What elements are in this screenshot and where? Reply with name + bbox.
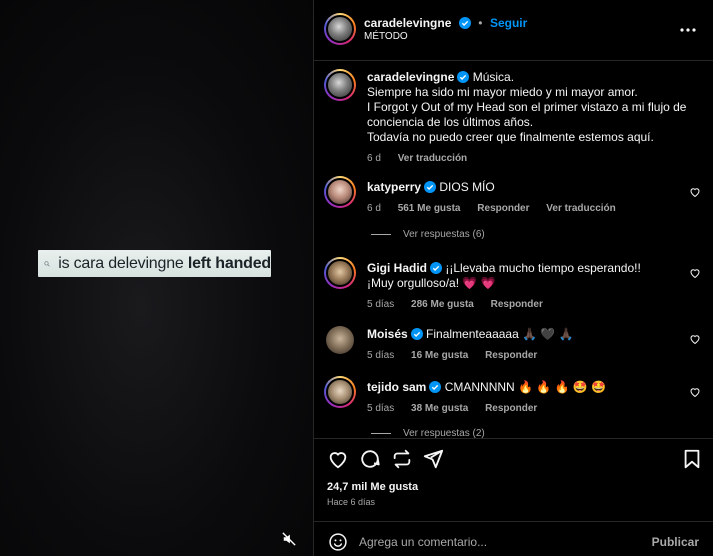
avatar[interactable] [324, 176, 356, 208]
verified-badge-icon [458, 17, 471, 29]
comment-time[interactable]: 5 días [367, 403, 394, 414]
comment-time[interactable]: 5 días [367, 299, 394, 310]
verified-badge-icon [457, 71, 470, 83]
comment-text: DIOS MÍO [439, 180, 495, 194]
translate-link[interactable]: Ver traducción [546, 203, 615, 214]
heart-icon[interactable] [689, 386, 701, 398]
comment-likes[interactable]: 38 Me gusta [411, 403, 468, 414]
comment-time[interactable]: 6 d [367, 203, 381, 214]
reply-button[interactable]: Responder [485, 403, 537, 414]
post-timestamp: Hace 6 días [327, 497, 376, 507]
comment-username[interactable]: tejido sam [367, 380, 426, 394]
avatar[interactable] [324, 257, 356, 289]
comment-likes[interactable]: 286 Me gusta [411, 299, 474, 310]
repost-icon[interactable] [391, 448, 413, 470]
post-author-username[interactable]: caradelevingne [364, 16, 451, 30]
comment-text: CMANNNNN 🔥 🔥 🔥 🤩 🤩 [444, 380, 607, 394]
comment-composer: Agrega un comentario... Publicar [314, 521, 713, 556]
avatar[interactable] [326, 326, 354, 354]
caption-line: I Forgot y Out of my Head son el primer … [367, 100, 687, 129]
translate-link[interactable]: Ver traducción [398, 153, 467, 164]
heart-icon[interactable] [689, 333, 701, 345]
reply-button[interactable]: Responder [485, 350, 537, 361]
publish-button[interactable]: Publicar [652, 535, 699, 549]
magnifier-icon [44, 260, 50, 267]
speaker-muted-icon[interactable] [276, 526, 302, 552]
reply-button[interactable]: Responder [477, 203, 529, 214]
comment-text: Finalmenteaaaaa 🙏🏿 🖤 🙏🏿 [426, 327, 574, 341]
avatar[interactable] [324, 376, 356, 408]
caption-line: Siempre ha sido mi mayor miedo y mi mayo… [367, 85, 638, 99]
verified-badge-icon [429, 381, 442, 393]
like-heart-icon[interactable] [327, 448, 349, 470]
caption-line: Todavía no puedo creer que finalmente es… [367, 130, 654, 144]
caption-username[interactable]: caradelevingne [367, 70, 454, 84]
verified-badge-icon [424, 181, 437, 193]
comment-likes[interactable]: 561 Me gusta [398, 203, 461, 214]
emoji-icon[interactable] [328, 532, 348, 552]
share-send-icon[interactable] [422, 448, 444, 470]
search-bar-image: is cara delevingne left handed [38, 250, 271, 277]
caption-time[interactable]: 6 d [367, 153, 381, 164]
comment-username[interactable]: Gigi Hadid [367, 261, 427, 275]
likes-count[interactable]: 24,7 mil Me gusta [327, 481, 418, 493]
avatar[interactable] [324, 13, 356, 45]
comment-username[interactable]: katyperry [367, 180, 421, 194]
view-replies-button[interactable]: Ver respuestas (6) [371, 229, 485, 240]
post-header: caradelevingne • Seguir MÉTODO [314, 0, 713, 61]
view-replies-button[interactable]: Ver respuestas (2) [371, 428, 485, 438]
verified-badge-icon [410, 328, 423, 340]
comment-time[interactable]: 5 días [367, 350, 394, 361]
comments-list[interactable]: caradelevingne Música. Siempre ha sido m… [314, 61, 713, 438]
heart-icon[interactable] [689, 186, 701, 198]
post-media[interactable]: is cara delevingne left handed [0, 0, 313, 556]
post-actions: 24,7 mil Me gusta Hace 6 días Agrega un … [314, 438, 713, 551]
comment-likes[interactable]: 16 Me gusta [411, 350, 468, 361]
post-details-panel: caradelevingne • Seguir MÉTODO caradelev… [313, 0, 713, 556]
comment-username[interactable]: Moisés [367, 327, 408, 341]
heart-icon[interactable] [689, 267, 701, 279]
comment-bubble-icon[interactable] [359, 448, 381, 470]
verified-badge-icon [430, 262, 442, 274]
search-query: is cara delevingne left handed [58, 254, 271, 272]
follow-button[interactable]: Seguir [490, 16, 527, 30]
comment-input[interactable]: Agrega un comentario... [359, 535, 487, 549]
more-horizontal-icon[interactable] [679, 21, 697, 39]
reply-button[interactable]: Responder [491, 299, 543, 310]
post-subtitle: MÉTODO [364, 31, 408, 42]
bookmark-icon[interactable] [681, 448, 703, 470]
caption-line: Música. [472, 70, 515, 84]
avatar[interactable] [324, 69, 356, 101]
